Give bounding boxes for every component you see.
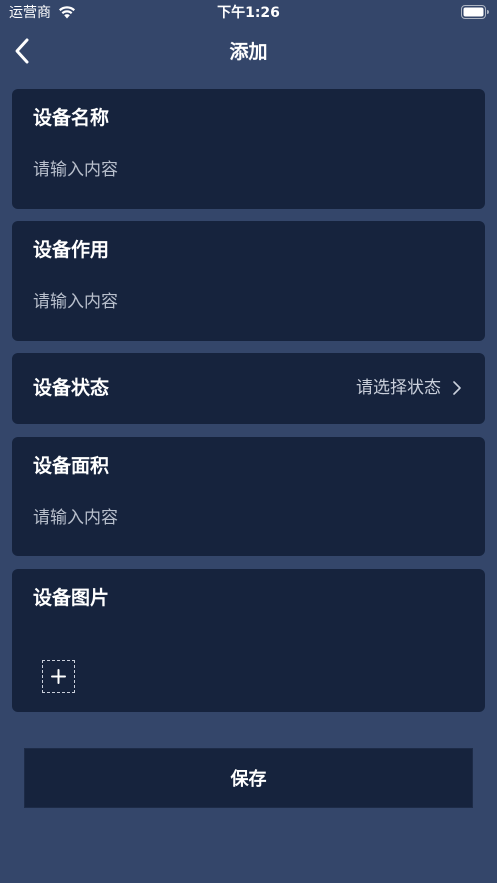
device-status-select-text: 请选择状态: [356, 378, 441, 398]
device-function-card: 设备作用: [12, 221, 485, 341]
chevron-right-icon: [453, 381, 461, 395]
clock: 下午1:26: [217, 5, 280, 21]
device-status-card: 设备状态 请选择状态: [12, 353, 485, 424]
page-title: 添加: [229, 41, 268, 63]
status-bar: 运营商 下午1:26: [0, 0, 497, 26]
battery-icon: [461, 5, 489, 19]
device-area-card: 设备面积: [12, 437, 485, 556]
plus-icon: [51, 669, 66, 684]
device-name-label: 设备名称: [33, 107, 110, 129]
nav-bar: 添加: [0, 26, 497, 78]
device-image-card: 设备图片: [12, 569, 485, 712]
device-function-input[interactable]: [33, 289, 463, 315]
device-function-label: 设备作用: [33, 239, 110, 261]
add-photo-button[interactable]: [42, 660, 75, 693]
device-name-card: 设备名称: [12, 89, 485, 209]
device-status-select[interactable]: 请选择状态: [356, 376, 463, 400]
device-area-input[interactable]: [33, 505, 463, 531]
save-button[interactable]: 保存: [24, 748, 473, 808]
device-area-label: 设备面积: [33, 455, 110, 477]
device-image-label: 设备图片: [33, 587, 110, 609]
device-name-input[interactable]: [33, 157, 463, 183]
device-status-label: 设备状态: [33, 377, 110, 399]
